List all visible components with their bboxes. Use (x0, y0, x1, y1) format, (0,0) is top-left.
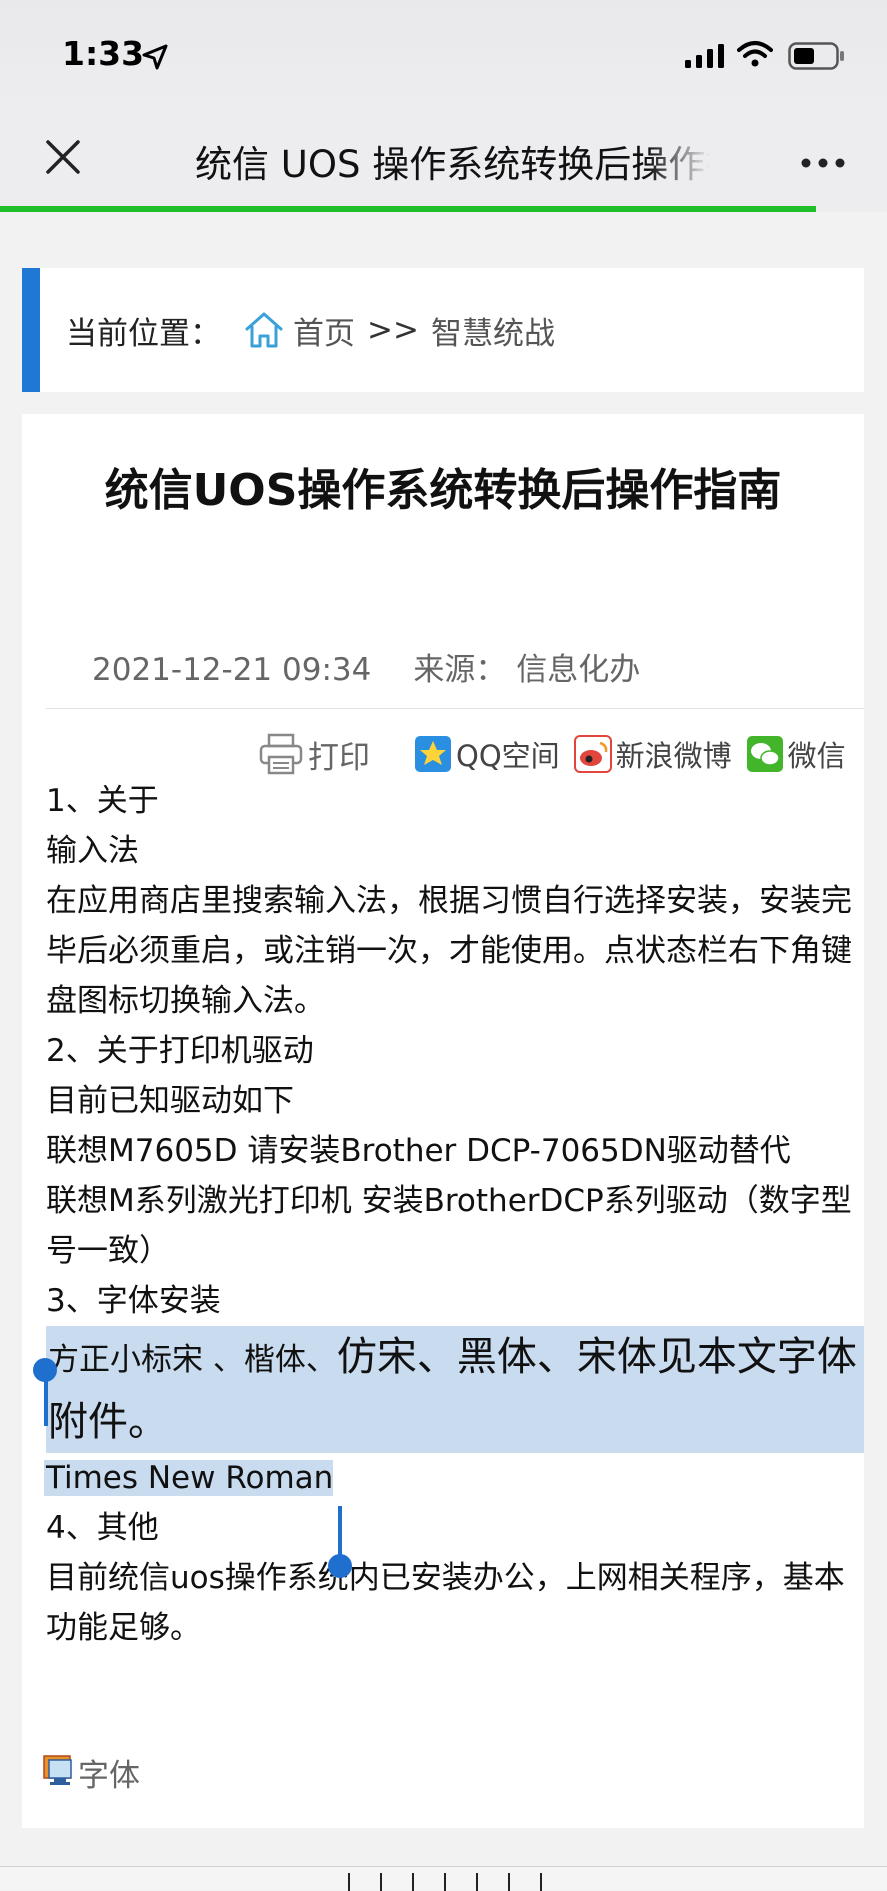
print-label: 打印 (308, 739, 370, 776)
bottom-toolbar-edge (0, 1866, 887, 1891)
breadcrumb-separator: >> (367, 312, 419, 348)
ruler-tick (444, 1873, 446, 1891)
more-icon[interactable] (800, 154, 846, 173)
printer-icon (258, 733, 304, 775)
selected-text-font: Times New Roman (44, 1460, 334, 1496)
close-icon[interactable] (44, 138, 82, 180)
ruler-tick (476, 1873, 478, 1891)
ruler-tick (508, 1873, 510, 1891)
attachment-link[interactable]: 字体 (42, 1750, 140, 1795)
article-meta: 2021-12-21 09:34 来源： 信息化办 (92, 644, 640, 689)
page-title: 统信 UOS 操作系统转换后操作指南 (195, 143, 710, 186)
article-body: 1、关于 输入法 在应用商店里搜索输入法，根据习惯自行选择安装，安装完毕后必须重… (44, 776, 864, 1653)
selection-end-caret (338, 1506, 342, 1558)
selection-end-handle[interactable] (328, 1554, 352, 1578)
weibo-icon (573, 735, 612, 773)
page-load-progress (0, 206, 887, 212)
breadcrumb-label: 当前位置： (66, 315, 221, 352)
status-time: 1:33 (62, 34, 145, 73)
paragraph: 输入法 (46, 833, 139, 869)
paragraph: 目前已知驱动如下 (46, 1083, 294, 1119)
selected-paragraph[interactable]: 方正小标宋 、楷体、仿宋、黑体、宋体见本文字体附件。 (46, 1326, 864, 1453)
attachment-label: 字体 (78, 1758, 140, 1794)
selected-text-small: 方正小标宋 、楷体、 (48, 1342, 337, 1378)
divider (46, 708, 864, 709)
selected-paragraph-end[interactable]: Times New Roman (44, 1453, 864, 1503)
cellular-signal-icon (685, 44, 727, 72)
wechat-label: 微信 (787, 739, 846, 773)
battery-icon (788, 42, 846, 74)
weibo-label: 新浪微博 (615, 739, 732, 773)
breadcrumb: 当前位置： 首页 >> 智慧统战 (22, 268, 864, 392)
ruler-tick (412, 1873, 414, 1891)
ruler-tick (380, 1873, 382, 1891)
ruler-tick (348, 1873, 350, 1891)
attachment-icon (42, 1751, 78, 1795)
share-weibo-button[interactable]: 新浪微博 (573, 733, 732, 775)
print-button[interactable]: 打印 (258, 732, 370, 777)
paragraph: 1、关于 (46, 783, 159, 819)
ruler-tick (540, 1873, 542, 1891)
home-icon[interactable] (243, 310, 285, 350)
article-card: 统信UOS操作系统转换后操作指南 2021-12-21 09:34 来源： 信息化… (22, 414, 864, 1828)
source-label: 来源： (413, 652, 507, 688)
article-source: 信息化办 (516, 652, 641, 688)
wechat-icon (746, 735, 784, 773)
qzone-label: QQ空间 (456, 739, 560, 773)
status-bar: 1:33 (0, 0, 887, 110)
wifi-icon (737, 40, 773, 72)
article-date: 2021-12-21 09:34 (92, 652, 372, 688)
paragraph: 在应用商店里搜索输入法，根据习惯自行选择安装，安装完毕后必须重启，或注销一次，才… (46, 883, 852, 1019)
share-toolbar: 打印 QQ空间 新浪微博 微信 (258, 732, 846, 776)
paragraph: 4、其他 (46, 1510, 159, 1546)
paragraph: 3、字体安装 (46, 1283, 221, 1319)
paragraph: 2、关于打印机驱动 (46, 1033, 314, 1069)
paragraph: 联想M系列激光打印机 安装BrotherDCP系列驱动（数字型号一致） (46, 1183, 852, 1269)
page-load-progress-fill (0, 206, 817, 212)
share-wechat-button[interactable]: 微信 (746, 733, 846, 775)
article-title: 统信UOS操作系统转换后操作指南 (104, 465, 782, 516)
location-arrow-icon (142, 44, 168, 74)
share-qzone-button[interactable]: QQ空间 (414, 733, 560, 775)
breadcrumb-section-link[interactable]: 智慧统战 (431, 308, 555, 353)
qzone-icon (414, 735, 452, 773)
paragraph: 联想M7605D 请安装Brother DCP-7065DN驱动替代 (46, 1133, 791, 1169)
breadcrumb-home-link[interactable]: 首页 (293, 308, 355, 353)
selection-start-handle[interactable] (33, 1358, 57, 1382)
paragraph: 目前统信uos操作系统内已安装办公，上网相关程序，基本功能足够。 (46, 1560, 845, 1646)
browser-nav-bar: 统信 UOS 操作系统转换后操作指南 (0, 110, 887, 208)
